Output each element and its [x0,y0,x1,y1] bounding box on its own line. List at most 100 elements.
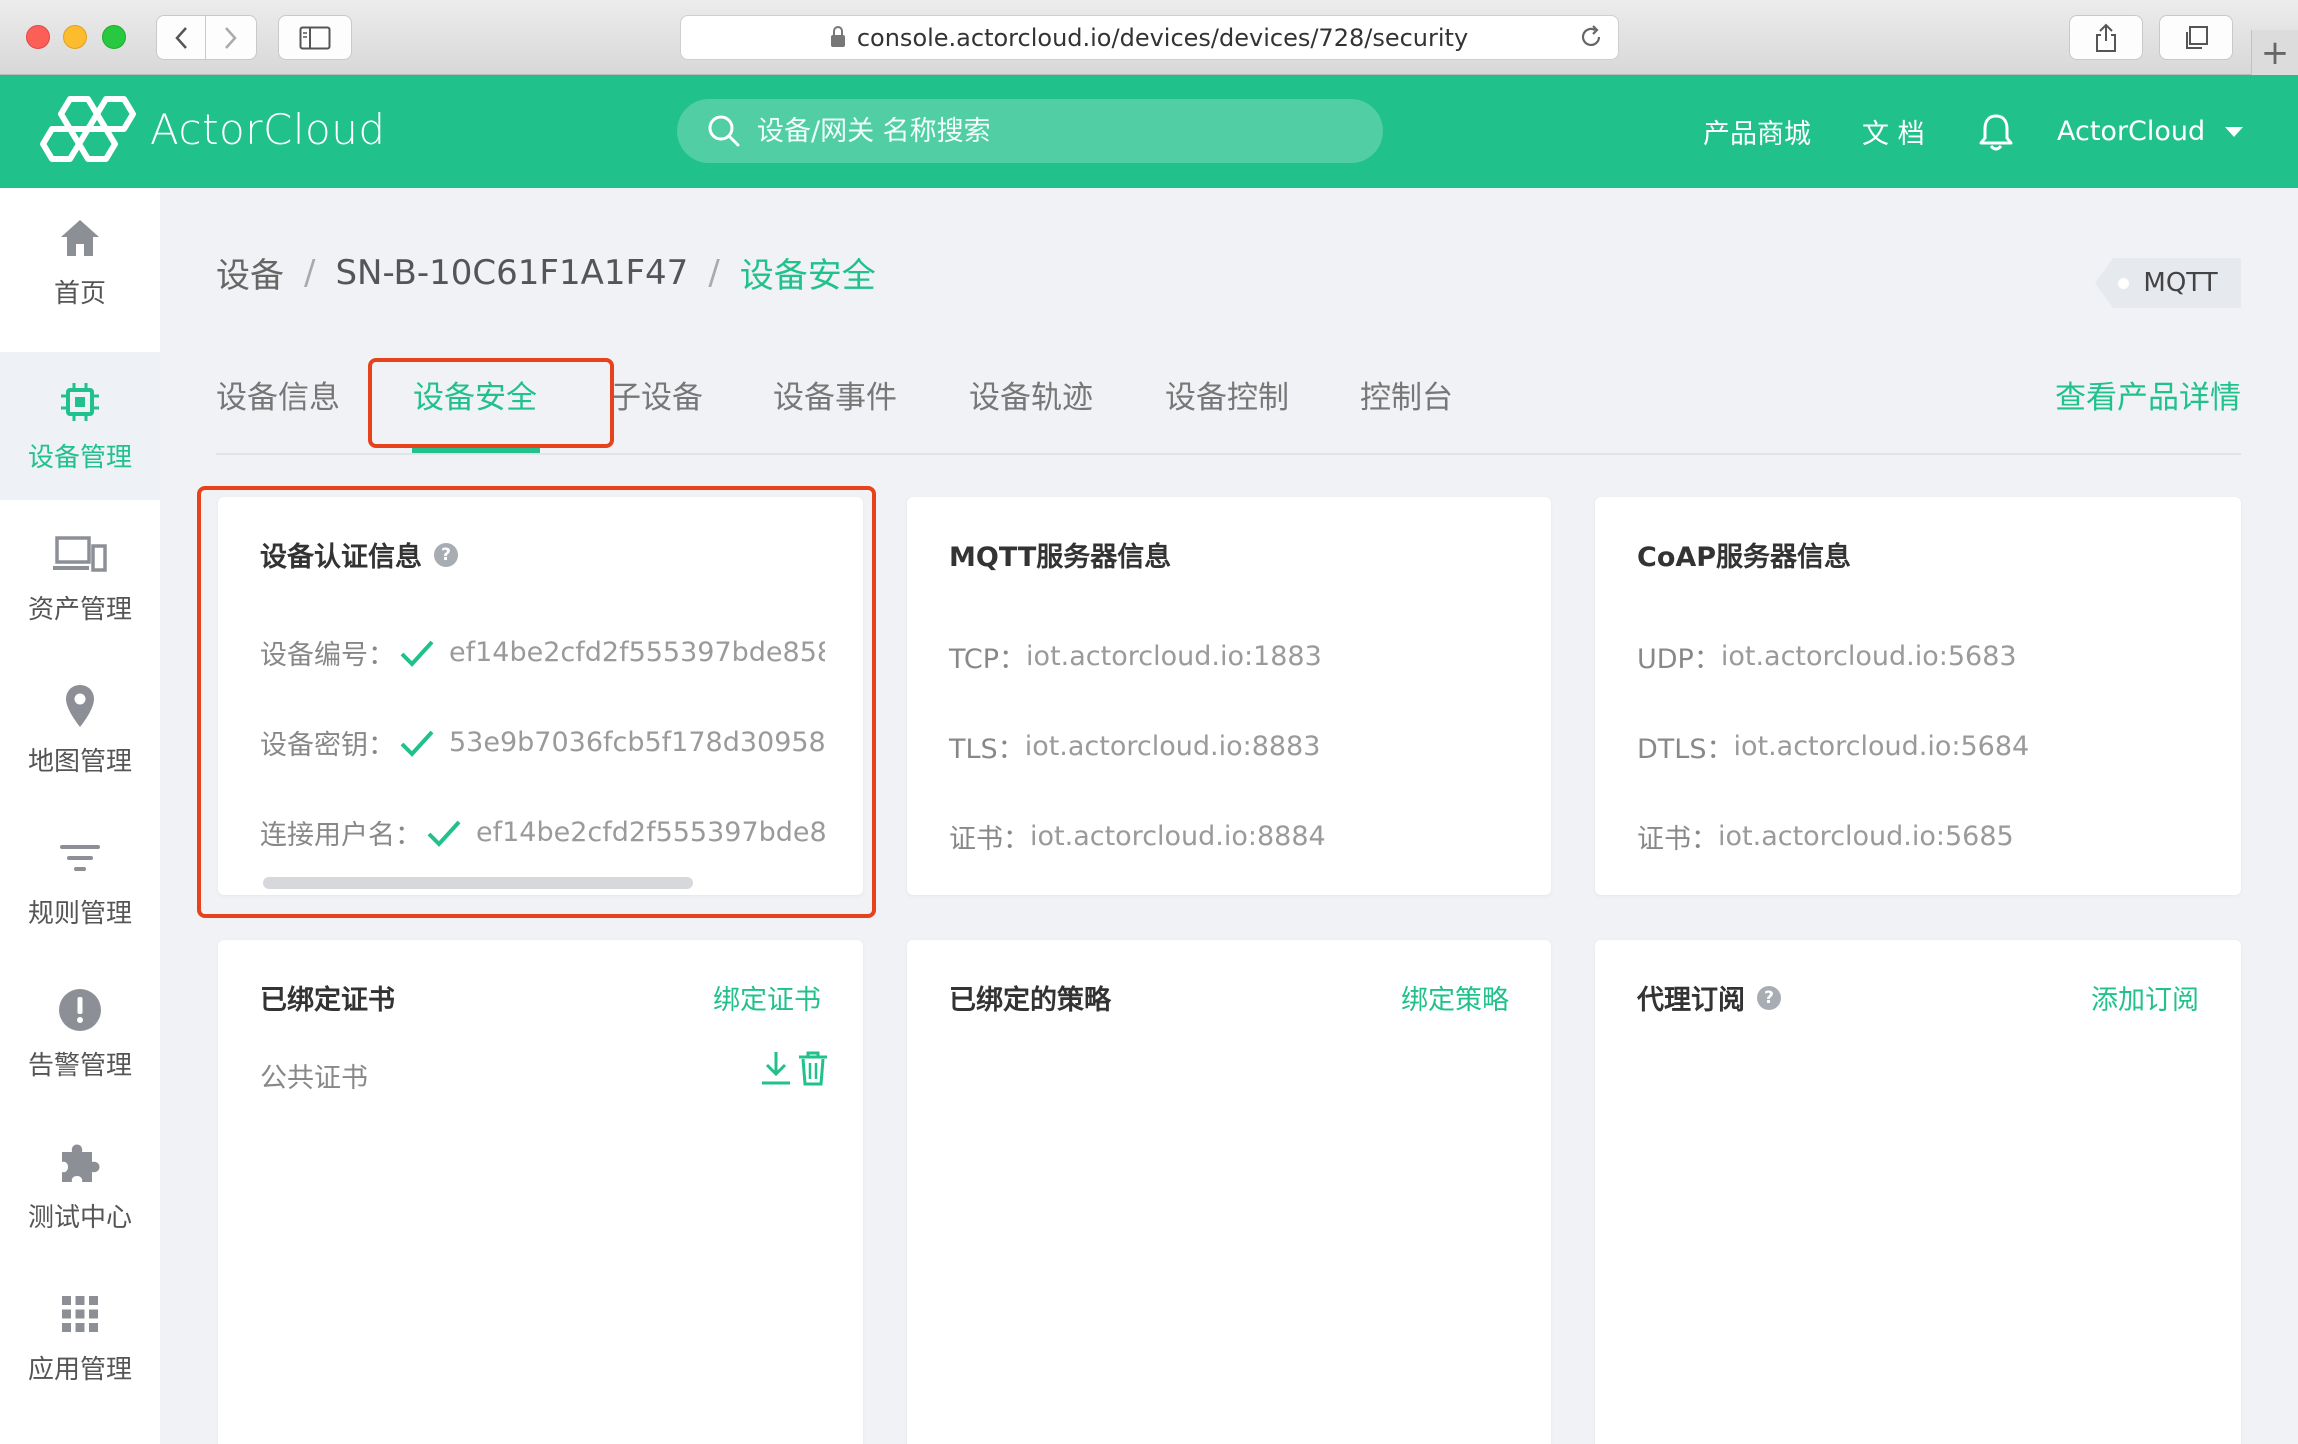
sidebar-item-label: 设备管理 [27,442,132,473]
protocol-label: MQTT [2143,268,2218,298]
horizontal-scrollbar[interactable] [263,877,693,889]
tab-device-track[interactable]: 设备轨迹 [969,372,1093,417]
row-label: 证书： [1637,824,1718,855]
sidebar: 首页 设备管理 资产管理 地图管理 规则管理 告警管理 测试中心 应用管理 [0,188,160,1444]
auth-info-scroll-area[interactable]: 设备编号： ef14be2cfd2f555397bde85875 设备密钥： 5… [260,633,825,873]
protocol-badge: MQTT [2095,258,2241,308]
row-value: iot.actorcloud.io:1883 [1026,641,1322,672]
breadcrumb-devices-link[interactable]: 设备 [216,248,284,297]
connect-username-row: 连接用户名： ef14be2cfd2f555397bde858 [260,813,825,852]
device-id-value: ef14be2cfd2f555397bde85875 [449,637,825,668]
connect-username-value: ef14be2cfd2f555397bde858 [476,817,825,848]
coap-udp-row: UDP： iot.actorcloud.io:5683 [1637,637,2017,676]
show-tabs-button[interactable] [2159,15,2233,60]
minimize-window-button[interactable] [63,25,87,49]
breadcrumb-device-link[interactable]: SN-B-10C61F1A1F47 [335,253,688,293]
nav-docs[interactable]: 文 档 [1862,75,1925,188]
tab-console[interactable]: 控制台 [1360,372,1453,417]
help-icon[interactable]: ? [434,542,458,567]
delete-button[interactable] [797,1050,829,1090]
forward-button[interactable] [206,15,257,60]
map-pin-icon [66,684,94,727]
search-box[interactable] [677,99,1383,163]
tag-hole-icon [2118,277,2130,289]
logo[interactable]: ActorCloud [38,93,386,165]
url-text: console.actorcloud.io/devices/devices/72… [856,23,1469,52]
row-value: iot.actorcloud.io:5683 [1720,641,2017,672]
sidebar-item-test-center[interactable]: 测试中心 [0,1112,160,1260]
sidebar-item-rule-management[interactable]: 规则管理 [0,808,160,956]
devices-icon [53,535,107,572]
back-button[interactable] [156,15,206,60]
tab-device-events[interactable]: 设备事件 [773,372,897,417]
tab-device-info[interactable]: 设备信息 [216,372,340,417]
mqtt-server-card: MQTT服务器信息 TCP： iot.actorcloud.io:1883 TL… [907,497,1551,895]
coap-server-card: CoAP服务器信息 UDP： iot.actorcloud.io:5683 DT… [1595,497,2241,895]
share-icon [2096,23,2116,52]
add-subscription-link[interactable]: 添加订阅 [2091,978,2199,1017]
row-label: UDP： [1637,644,1721,675]
row-label: 设备编号： [260,640,395,671]
certificate-actions [759,1050,829,1090]
reload-button[interactable] [1578,24,1604,56]
breadcrumb-separator: / [708,252,720,293]
sidebar-item-asset-management[interactable]: 资产管理 [0,504,160,652]
puzzle-icon [62,1144,100,1182]
sidebar-toggle-button[interactable] [278,15,352,60]
check-icon [399,729,435,757]
filter-icon [60,844,100,871]
device-tabs: 设备信息 设备安全 子设备 设备事件 设备轨迹 设备控制 控制台 查看产品详情 [216,360,2241,455]
bound-certificates-card: 已绑定证书 绑定证书 公共证书 [218,940,863,1444]
row-label: TLS： [949,734,1025,765]
sidebar-item-app-management[interactable]: 应用管理 [0,1264,160,1412]
search-icon [708,115,740,147]
sidebar-item-label: 告警管理 [27,1050,132,1081]
breadcrumb: 设备 / SN-B-10C61F1A1F47 / 设备安全 [216,248,876,297]
bind-certificate-link[interactable]: 绑定证书 [713,978,821,1017]
share-button[interactable] [2069,15,2143,60]
sidebar-item-label: 规则管理 [27,898,132,929]
tab-device-control[interactable]: 设备控制 [1165,372,1289,417]
sidebar-item-label: 首页 [53,278,106,309]
lock-icon [830,25,845,47]
proxy-subscription-card: 代理订阅 ? 添加订阅 [1595,940,2241,1444]
view-product-details-link[interactable]: 查看产品详情 [2055,372,2241,417]
zoom-window-button[interactable] [102,25,126,49]
sidebar-item-map-management[interactable]: 地图管理 [0,656,160,804]
trash-icon [799,1051,827,1086]
download-button[interactable] [759,1050,793,1090]
sidebar-item-device-management[interactable]: 设备管理 [0,352,160,500]
certificate-name: 公共证书 [260,1063,368,1094]
tab-device-security[interactable]: 设备安全 [413,372,537,417]
search-input[interactable] [757,115,1317,147]
sidebar-item-label: 地图管理 [27,746,132,777]
close-window-button[interactable] [26,25,50,49]
tab-sub-devices[interactable]: 子设备 [610,372,703,417]
check-icon [426,819,462,847]
user-menu[interactable]: ActorCloud [2057,75,2244,188]
sidebar-item-alert-management[interactable]: 告警管理 [0,960,160,1108]
sidebar-item-label: 资产管理 [27,594,132,625]
device-auth-card: 设备认证信息 ? 设备编号： ef14be2cfd2f555397bde8587… [218,497,863,895]
card-title: MQTT服务器信息 [949,542,1172,573]
coap-cert-row: 证书： iot.actorcloud.io:5685 [1637,817,2014,856]
sidebar-item-home[interactable]: 首页 [0,188,160,336]
address-bar[interactable]: console.actorcloud.io/devices/devices/72… [680,15,1619,60]
download-icon [762,1052,790,1085]
bind-policy-link[interactable]: 绑定策略 [1401,978,1509,1017]
nav-product-mall[interactable]: 产品商城 [1703,75,1811,188]
new-tab-button[interactable]: + [2251,30,2298,75]
card-title: 已绑定的策略 [949,985,1111,1016]
bound-policies-card: 已绑定的策略 绑定策略 [907,940,1551,1444]
row-label: TCP： [949,644,1027,675]
page: console.actorcloud.io/devices/devices/72… [0,0,2298,1444]
row-value: iot.actorcloud.io:5685 [1718,821,2014,852]
app-header: ActorCloud 产品商城 文 档 ActorCloud [0,75,2298,188]
check-icon [399,639,435,667]
caret-down-icon [2225,126,2244,137]
card-title: CoAP服务器信息 [1637,542,1852,573]
help-icon[interactable]: ? [1757,985,1781,1010]
device-secret-value: 53e9b7036fcb5f178d30958a5 [449,727,825,758]
card-title: 设备认证信息 ? [260,535,458,574]
notifications-button[interactable] [1978,75,2014,188]
